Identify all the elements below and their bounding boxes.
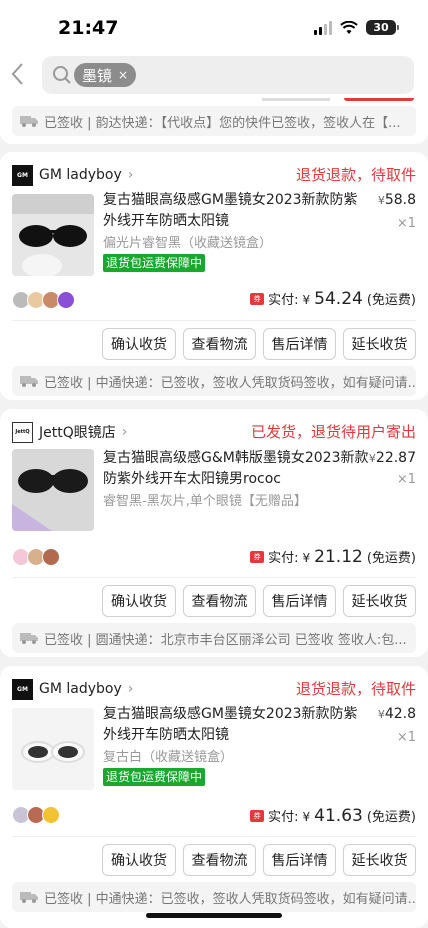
paid-summary: 券 实付: ¥21.12 (免运费) [250, 547, 416, 567]
paid-amount: 54.24 [314, 289, 363, 309]
order-status: 退货退款，待取件 [295, 166, 416, 184]
product-spec: 偏光片睿智黑（收藏送镜盒） [103, 236, 273, 251]
shop-logo: GM [12, 164, 33, 186]
product-image[interactable] [12, 449, 94, 531]
truck-icon [20, 376, 38, 387]
shop-logo: JettQ [12, 421, 33, 443]
previous-order-card: 已签收 | 韵达快递：【代收点】您的快件已签收，签收人在【... [0, 98, 428, 144]
product-price: ¥42.8 [377, 706, 416, 722]
coupon-icon: 券 [250, 293, 265, 305]
status-icons: 30 [314, 20, 399, 35]
shop-link[interactable]: JettQ JettQ眼镜店 › [12, 421, 127, 443]
search-keyword-chip[interactable]: 墨镜 × [74, 63, 137, 87]
coupon-icon: 券 [250, 551, 265, 563]
status-bar: 21:47 30 [0, 0, 428, 54]
coupon-icon: 券 [250, 810, 265, 822]
tracking-text: 已签收 | 中通快递：已签收，签收人凭取货码签收，如有疑问请... [44, 891, 416, 907]
confirm-receipt-button[interactable]: 确认收货 [102, 328, 176, 360]
freight-guarantee-badge: 退货包运费保障中 [103, 768, 206, 786]
view-logistics-button[interactable]: 查看物流 [183, 585, 256, 617]
shop-name: JettQ眼镜店 [39, 425, 116, 441]
chevron-right-icon: › [121, 424, 128, 440]
search-icon [53, 66, 71, 84]
tracking-summary[interactable]: 已签收 | 韵达快递：【代收点】您的快件已签收，签收人在【... [12, 106, 416, 136]
product-price: ¥22.87 [368, 450, 416, 466]
chevron-right-icon: › [127, 681, 134, 697]
search-keyword: 墨镜 [82, 66, 113, 85]
avatar [42, 548, 60, 566]
search-input[interactable]: 墨镜 × [42, 56, 414, 94]
product-image[interactable] [12, 708, 94, 790]
product-spec: 复古白（收藏送镜盒） [103, 750, 234, 765]
product-title[interactable]: 复古猫眼高级感GM墨镜女2023新款防紫外线开车防晒太阳镜 [103, 190, 371, 232]
wifi-icon [340, 20, 358, 34]
product-qty: ×1 [396, 730, 416, 745]
product-title[interactable]: 复古猫眼高级感GM墨镜女2023新款防紫外线开车防晒太阳镜 [103, 704, 371, 746]
avatar [57, 291, 75, 309]
order-card: JettQ JettQ眼镜店 › 已发货，退货待用户寄出 复古猫眼高级感G&M韩… [0, 409, 428, 657]
paid-amount: 41.63 [314, 806, 363, 826]
order-status: 退货退款，待取件 [295, 680, 416, 698]
shop-link[interactable]: GM GM ladyboy › [12, 164, 133, 186]
view-logistics-button[interactable]: 查看物流 [183, 844, 256, 876]
co-buyer-avatars [12, 806, 60, 824]
product-qty: ×1 [396, 472, 416, 487]
product-qty: ×1 [396, 216, 416, 231]
tracking-text: 已签收 | 中通快递：已签收，签收人凭取货码签收，如有疑问请... [44, 375, 416, 391]
after-sales-button[interactable]: 售后详情 [263, 328, 336, 360]
shop-link[interactable]: GM GM ladyboy › [12, 678, 133, 700]
truck-icon [20, 892, 38, 903]
product-price: ¥58.8 [377, 192, 416, 208]
back-icon[interactable] [10, 62, 34, 90]
paid-amount: 21.12 [314, 547, 363, 567]
extend-receipt-button[interactable]: 延长收货 [343, 844, 416, 876]
freight-guarantee-badge: 退货包运费保障中 [103, 254, 206, 272]
product-image[interactable] [12, 194, 94, 276]
extend-receipt-button[interactable]: 延长收货 [343, 585, 416, 617]
order-status: 已发货，退货待用户寄出 [250, 423, 416, 441]
paid-summary: 券 实付: ¥41.63 (免运费) [250, 806, 416, 826]
home-indicator[interactable] [146, 913, 282, 918]
shop-name: GM ladyboy [39, 681, 122, 697]
view-logistics-button[interactable]: 查看物流 [183, 328, 256, 360]
signal-icon [314, 20, 332, 35]
after-sales-button[interactable]: 售后详情 [263, 585, 336, 617]
paid-summary: 券 实付: ¥54.24 (免运费) [250, 289, 416, 309]
tracking-summary[interactable]: 已签收 | 中通快递：已签收，签收人凭取货码签收，如有疑问请... [12, 366, 416, 396]
product-spec: 睿智黑-黑灰片,单个眼镜【无赠品】 [103, 494, 307, 509]
chevron-right-icon: › [127, 167, 134, 183]
extend-receipt-button[interactable]: 延长收货 [343, 328, 416, 360]
co-buyer-avatars [12, 548, 60, 566]
shop-logo: GM [12, 678, 33, 700]
avatar [42, 806, 60, 824]
truck-icon [20, 116, 38, 127]
truck-icon [20, 633, 38, 644]
tracking-text: 已签收 | 韵达快递：【代收点】您的快件已签收，签收人在【... [44, 115, 401, 131]
battery-icon: 30 [366, 20, 399, 35]
shop-name: GM ladyboy [39, 167, 122, 183]
order-card: GM GM ladyboy › 退货退款，待取件 复古猫眼高级感GM墨镜女202… [0, 666, 428, 928]
confirm-receipt-button[interactable]: 确认收货 [102, 844, 176, 876]
search-header: 墨镜 × [0, 54, 428, 98]
product-title[interactable]: 复古猫眼高级感G&M韩版墨镜女2023新款防紫外线开车太阳镜男rococ [103, 448, 371, 490]
tracking-summary[interactable]: 已签收 | 中通快递：已签收，签收人凭取货码签收，如有疑问请... [12, 882, 416, 912]
confirm-receipt-button[interactable]: 确认收货 [102, 585, 176, 617]
after-sales-button[interactable]: 售后详情 [263, 844, 336, 876]
tracking-text: 已签收 | 圆通快递：北京市丰台区丽泽公司 已签收 签收人:包... [44, 632, 407, 648]
order-card: GM GM ladyboy › 退货退款，待取件 复古猫眼高级感GM墨镜女202… [0, 152, 428, 400]
status-time: 21:47 [58, 17, 119, 39]
tracking-summary[interactable]: 已签收 | 圆通快递：北京市丰台区丽泽公司 已签收 签收人:包... [12, 623, 416, 653]
clear-keyword-icon[interactable]: × [118, 68, 128, 82]
co-buyer-avatars [12, 291, 75, 309]
